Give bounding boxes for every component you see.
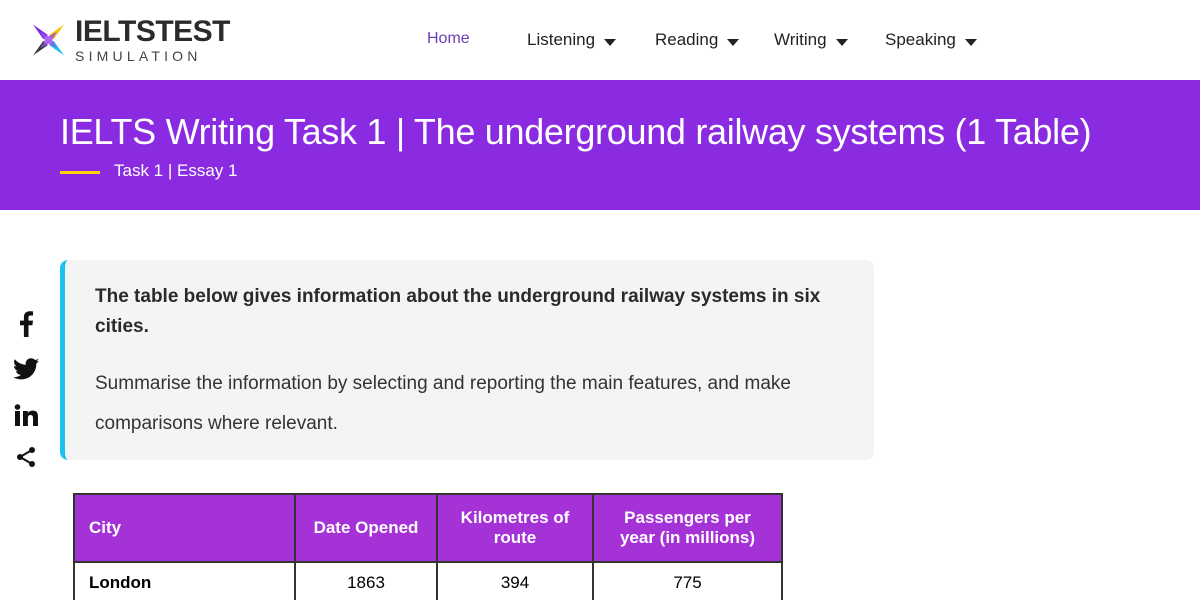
nav-home[interactable]: Home [427, 30, 470, 48]
table-header-kilometres-label: Kilometres of route [460, 508, 570, 547]
facebook-icon[interactable] [12, 310, 40, 338]
chevron-down-icon [835, 38, 848, 46]
table-cell-date-opened: 1863 [294, 561, 438, 600]
logo-title: IELTSTEST [75, 15, 230, 48]
title-accent-line [60, 171, 100, 174]
task-instructions: Summarise the information by selecting a… [95, 373, 791, 434]
logo-subtitle: SIMULATION [75, 48, 202, 64]
task-prompt-box: The table below gives information about … [60, 260, 874, 460]
page-title: IELTS Writing Task 1 | The underground r… [60, 111, 1092, 152]
chevron-down-icon [727, 38, 740, 46]
table-header-row: City Date Opened Kilometres of route Pas… [73, 493, 783, 563]
share-icon[interactable] [12, 443, 40, 471]
linkedin-icon[interactable] [12, 401, 40, 429]
page-banner: IELTS Writing Task 1 | The underground r… [0, 80, 1200, 210]
table-cell-passengers: 775 [592, 561, 783, 600]
table-header-city: City [73, 493, 296, 563]
nav-writing-label: Writing [774, 30, 827, 49]
nav-home-label: Home [427, 30, 470, 47]
table-cell-city: London [73, 561, 296, 600]
chevron-down-icon [964, 38, 977, 46]
nav-writing[interactable]: Writing [774, 30, 848, 50]
twitter-icon[interactable] [12, 355, 40, 383]
table-header-passengers-label: Passengers per year (in millions) [619, 508, 756, 547]
site-logo[interactable]: IELTSTEST SIMULATION [30, 12, 230, 68]
table-header-date-opened: Date Opened [294, 493, 438, 563]
chevron-down-icon [604, 38, 617, 46]
nav-listening[interactable]: Listening [527, 30, 617, 50]
nav-speaking-label: Speaking [885, 30, 956, 49]
page-subtitle: Task 1 | Essay 1 [114, 161, 238, 180]
nav-reading[interactable]: Reading [655, 30, 740, 50]
task-description: The table below gives information about … [95, 286, 821, 337]
nav-speaking[interactable]: Speaking [885, 30, 977, 50]
table-row: London 1863 394 775 [73, 561, 783, 600]
table-header-kilometres: Kilometres of route [436, 493, 594, 563]
top-navbar: IELTSTEST SIMULATION Home Listening Read… [0, 0, 1200, 80]
nav-listening-label: Listening [527, 30, 596, 49]
nav-reading-label: Reading [655, 30, 719, 49]
table-cell-kilometres: 394 [436, 561, 594, 600]
table-header-passengers: Passengers per year (in millions) [592, 493, 783, 563]
logo-text: IELTSTEST SIMULATION [75, 15, 230, 64]
logo-star-icon [32, 24, 65, 56]
railway-data-table: City Date Opened Kilometres of route Pas… [73, 493, 783, 600]
